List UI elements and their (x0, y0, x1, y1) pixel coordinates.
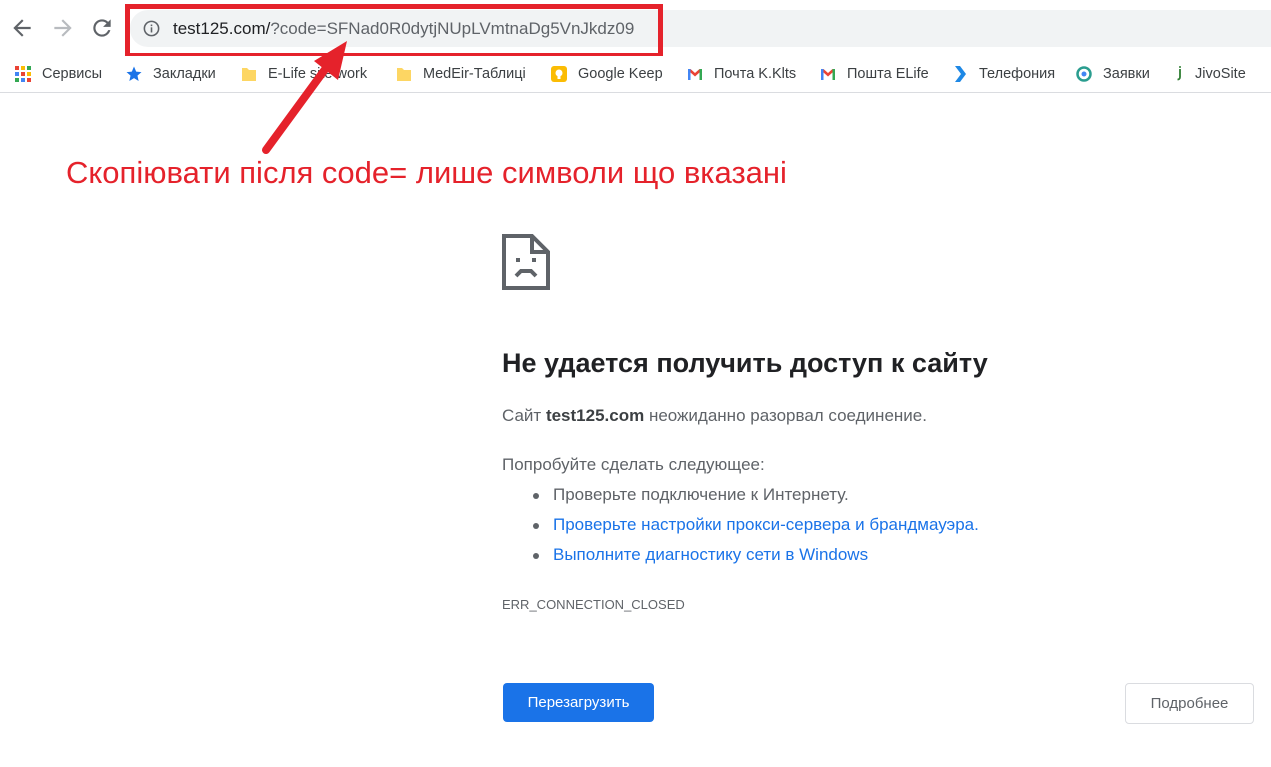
star-icon (125, 65, 143, 83)
reload-button[interactable] (89, 15, 115, 41)
bookmark-mail-kklts[interactable]: Почта K.Klts (686, 60, 796, 88)
bookmark-label: Телефония (979, 66, 1056, 82)
bookmark-label: Заявки (1103, 66, 1150, 82)
bookmark-jivosite[interactable]: JivoSite (1175, 60, 1246, 88)
error-site-name: test125.com (545, 406, 645, 425)
bookmark-label: E-Life site work (268, 66, 368, 82)
bookmarks-bar: Сервисы Закладки E-Life site work MedEir… (0, 56, 1271, 93)
suggestion-proxy-firewall-link[interactable]: Проверьте настройки прокси-сервера и бра… (530, 515, 979, 545)
bookmark-medeir-tables[interactable]: MedEir-Таблиці (395, 60, 526, 88)
bookmark-label: Закладки (153, 66, 216, 82)
address-bar[interactable]: test125.com/?code=SFNad0R0dytjNUpLVmtnaD… (130, 10, 1271, 47)
error-title: Не удается получить доступ к сайту (502, 348, 988, 378)
folder-icon (240, 65, 258, 83)
apps-grid-icon (14, 65, 32, 83)
ring-logo-icon (1075, 65, 1093, 83)
arrow-left-icon (13, 19, 31, 37)
forward-button[interactable] (50, 15, 76, 41)
try-label: Попробуйте сделать следующее: (502, 455, 765, 474)
back-button[interactable] (9, 15, 35, 41)
bookmark-requests[interactable]: Заявки (1075, 60, 1150, 88)
reload-page-button[interactable]: Перезагрузить (503, 683, 654, 722)
error-description: Сайт test125.com неожиданно разорвал сое… (502, 406, 927, 426)
bookmark-label: Google Keep (578, 66, 663, 82)
bookmark-elife-site-work[interactable]: E-Life site work (240, 60, 367, 88)
bookmark-label: JivoSite (1195, 66, 1246, 82)
suggestions-list: Проверьте подключение к Интернету. Прове… (530, 485, 979, 575)
gmail-icon (819, 65, 837, 83)
bookmark-bookmarks[interactable]: Закладки (125, 60, 216, 88)
reload-icon (93, 19, 111, 37)
details-button[interactable]: Подробнее (1125, 683, 1254, 724)
error-site-prefix: Сайт (502, 406, 546, 425)
bookmark-label: Сервисы (42, 66, 103, 82)
arrow-right-icon (54, 19, 72, 37)
suggestion-network-diagnostics-link[interactable]: Выполните диагностику сети в Windows (530, 545, 979, 575)
annotation-text: Скопіювати після code= лише символи що в… (66, 155, 787, 190)
sad-page-icon (502, 234, 550, 290)
jivo-logo-icon (1175, 65, 1185, 83)
url-host: test125.com/ (173, 19, 271, 38)
error-site-suffix: неожиданно разорвал соединение. (644, 406, 927, 425)
error-code: ERR_CONNECTION_CLOSED (502, 597, 685, 612)
suggestion-check-connection: Проверьте подключение к Интернету. (530, 485, 979, 515)
info-icon[interactable] (142, 19, 161, 38)
chevron-logo-icon (951, 65, 969, 83)
bookmark-label: Почта K.Klts (714, 66, 797, 82)
folder-icon (395, 65, 413, 83)
url-text[interactable]: test125.com/?code=SFNad0R0dytjNUpLVmtnaD… (173, 19, 634, 39)
bookmark-services[interactable]: Сервисы (14, 60, 102, 88)
bookmark-label: MedEir-Таблиці (423, 66, 526, 82)
url-query: ?code=SFNad0R0dytjNUpLVmtnaDg5VnJkdz09 (270, 19, 635, 38)
bookmark-google-keep[interactable]: Google Keep (550, 60, 663, 88)
bookmark-label: Пошта ELife (847, 66, 929, 82)
keep-icon (550, 65, 568, 83)
bookmark-mail-elife[interactable]: Пошта ELife (819, 60, 929, 88)
gmail-icon (686, 65, 704, 83)
annotation-arrow (262, 41, 347, 154)
browser-toolbar: test125.com/?code=SFNad0R0dytjNUpLVmtnaD… (0, 0, 1271, 58)
bookmark-telephony[interactable]: Телефония (951, 60, 1055, 88)
